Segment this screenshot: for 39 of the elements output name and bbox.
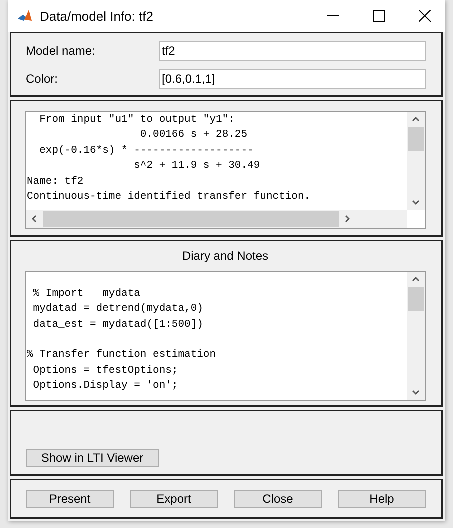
scrollbar-thumb[interactable] bbox=[408, 287, 424, 311]
code-line: data_est = mydatad([1:500]) bbox=[32, 318, 204, 333]
code-line: Options = tfestOptions; bbox=[32, 364, 180, 379]
horizontal-scrollbar[interactable] bbox=[26, 210, 407, 228]
input-field[interactable]: tf2 bbox=[159, 41, 426, 61]
output-line: From input "u1" to output "y1": bbox=[38, 113, 236, 128]
dialog-button[interactable]: Help bbox=[338, 490, 426, 508]
field-label: Model name: bbox=[26, 44, 96, 58]
vertical-scrollbar[interactable] bbox=[407, 112, 425, 210]
code-line: Options.Display = 'on'; bbox=[32, 379, 180, 394]
field-label: Color: bbox=[26, 72, 60, 86]
scroll-right-icon[interactable] bbox=[345, 215, 350, 223]
maximize-icon[interactable] bbox=[373, 10, 385, 22]
code-line: % Import mydata bbox=[32, 287, 142, 302]
show-in-lti-viewer-button[interactable]: Show in LTI Viewer bbox=[26, 449, 159, 467]
dialog-button[interactable]: Export bbox=[130, 490, 218, 508]
dialog-button[interactable]: Present bbox=[26, 490, 114, 508]
dialog-button[interactable]: Close bbox=[234, 490, 322, 508]
output-line: 0.00166 s + 28.25 bbox=[139, 128, 249, 144]
scrollbar-thumb[interactable] bbox=[43, 211, 339, 227]
input-field[interactable]: [0.6,0.1,1] bbox=[159, 69, 426, 89]
output-line: exp(-0.16*s) * ------------------- bbox=[38, 144, 255, 159]
scroll-down-icon[interactable] bbox=[412, 200, 420, 205]
scroll-up-icon[interactable] bbox=[412, 117, 420, 122]
window-title: Data/model Info: tf2 bbox=[40, 8, 154, 24]
notes-text-area[interactable]: % Import mydata mydatad = detrend(mydata,0) data_est = mydatad([1:500]) % Transfer function estimation Options = tfestOptions; Options.Display = 'on'; bbox=[25, 271, 426, 401]
code-line: mydatad = detrend(mydata,0) bbox=[32, 302, 204, 318]
scroll-down-icon[interactable] bbox=[412, 390, 420, 395]
app-icon bbox=[17, 8, 33, 24]
vertical-scrollbar[interactable] bbox=[407, 272, 425, 400]
section-title: Diary and Notes bbox=[181, 249, 270, 263]
output-line: Continuous-time identified transfer function. bbox=[27, 190, 312, 206]
scroll-left-icon[interactable] bbox=[32, 215, 37, 223]
code-line: % Transfer function estimation bbox=[27, 348, 218, 364]
output-line: s^2 + 11.9 s + 30.49 bbox=[133, 159, 262, 174]
output-line: Name: tf2 bbox=[27, 174, 85, 190]
close-icon[interactable] bbox=[419, 10, 431, 22]
scrollbar-thumb[interactable] bbox=[408, 127, 424, 151]
scroll-up-icon[interactable] bbox=[412, 277, 420, 282]
